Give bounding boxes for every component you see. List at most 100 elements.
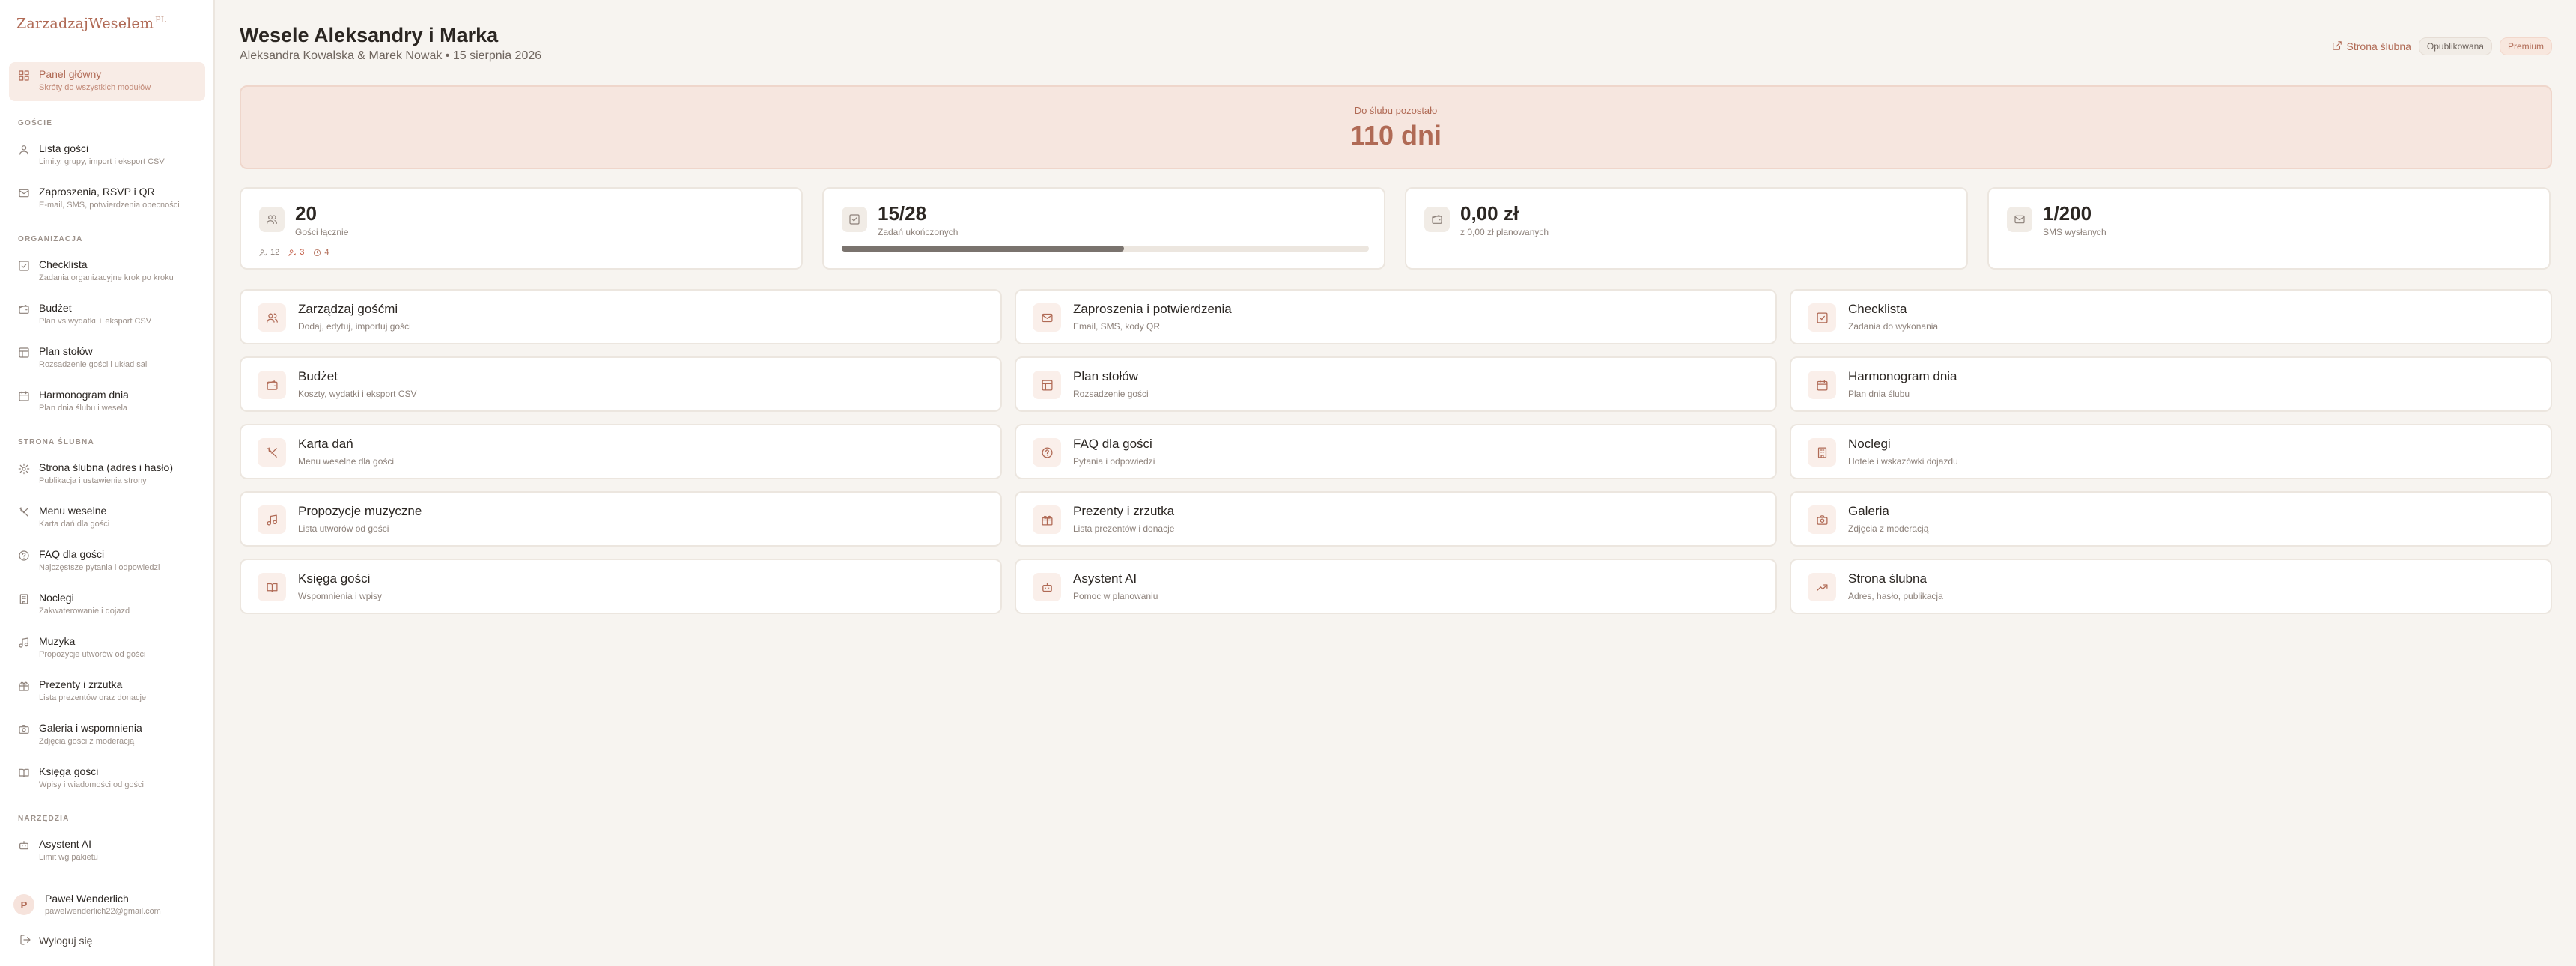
user-x-icon bbox=[288, 249, 297, 256]
nav-section-tools: Narzędzia bbox=[18, 815, 70, 823]
tile-subtitle: Rozsadzenie gości bbox=[1073, 389, 1149, 399]
sidebar-item-sub: Lista prezentów oraz donacje bbox=[39, 693, 147, 702]
tile-title: Zarządzaj gośćmi bbox=[298, 302, 398, 316]
gift-icon bbox=[18, 680, 30, 692]
tile-help-circle[interactable]: FAQ dla gości Pytania i odpowiedzi bbox=[1015, 424, 1777, 479]
sidebar-item-guest-list[interactable]: Lista gości Limity, grupy, import i eksp… bbox=[9, 136, 205, 175]
sidebar-item-sub: Zdjęcia gości z moderacją bbox=[39, 737, 135, 746]
sidebar-item-label: Muzyka bbox=[39, 635, 76, 647]
gear-icon bbox=[18, 463, 30, 475]
building-icon bbox=[18, 593, 30, 605]
camera-icon bbox=[18, 723, 30, 735]
wallet-icon bbox=[258, 371, 286, 399]
sidebar-item-label: Harmonogram dnia bbox=[39, 389, 129, 401]
tile-subtitle: Hotele i wskazówki dojazdu bbox=[1848, 456, 1958, 467]
utensils-icon bbox=[18, 506, 30, 518]
tile-calendar[interactable]: Harmonogram dnia Plan dnia ślubu bbox=[1790, 356, 2552, 412]
sidebar-item-menu[interactable]: Menu weselne Karta dań dla gości bbox=[9, 499, 205, 538]
sidebar-item-schedule[interactable]: Harmonogram dnia Plan dnia ślubu i wesel… bbox=[9, 383, 205, 422]
tile-subtitle: Lista prezentów i donacje bbox=[1073, 523, 1175, 534]
user-profile[interactable]: P Paweł Wenderlich pawelwenderlich22@gma… bbox=[10, 888, 205, 926]
sidebar-item-website[interactable]: Strona ślubna (adres i hasło) Publikacja… bbox=[9, 455, 205, 494]
tile-gift[interactable]: Prezenty i zrzutka Lista prezentów i dona… bbox=[1015, 491, 1777, 547]
sidebar-item-sub: Wpisy i wiadomości od gości bbox=[39, 780, 144, 789]
sidebar-item-music[interactable]: Muzyka Propozycje utworów od gości bbox=[9, 629, 205, 668]
countdown-value: 110 dni bbox=[1349, 120, 1442, 151]
tile-subtitle: Zadania do wykonania bbox=[1848, 321, 1939, 332]
tile-title: Checklista bbox=[1848, 302, 1907, 316]
sidebar-item-label: Księga gości bbox=[39, 765, 99, 777]
dashboard-icon bbox=[18, 70, 30, 82]
tile-subtitle: Menu weselne dla gości bbox=[298, 456, 395, 467]
tile-layout[interactable]: Plan stołów Rozsadzenie gości bbox=[1015, 356, 1777, 412]
stat-card-budget: 0,00 zł z 0,00 zł planowanych bbox=[1405, 187, 1968, 270]
sidebar-item-sub: Najczęstsze pytania i odpowiedzi bbox=[39, 563, 160, 572]
sidebar-item-gifts[interactable]: Prezenty i zrzutka Lista prezentów oraz … bbox=[9, 672, 205, 711]
tile-title: Strona ślubna bbox=[1848, 571, 1927, 586]
brand-logo[interactable]: ZarzadzajWeselem PL bbox=[16, 15, 166, 31]
sidebar-item-ai-assistant[interactable]: Asystent AI Limit wg pakietu bbox=[9, 832, 205, 871]
stat-card-tasks: 15/28 Zadań ukończonych bbox=[822, 187, 1385, 270]
layout-icon bbox=[1033, 371, 1061, 399]
stat-caption: Zadań ukończonych bbox=[878, 227, 959, 237]
sidebar-item-accommodation[interactable]: Noclegi Zakwaterowanie i dojazd bbox=[9, 586, 205, 625]
calendar-icon bbox=[18, 390, 30, 402]
sidebar-item-sub: Propozycje utworów od gości bbox=[39, 650, 146, 659]
sidebar-item-label: Zaproszenia, RSVP i QR bbox=[39, 186, 155, 198]
tile-mail[interactable]: Zaproszenia i potwierdzenia Email, SMS, k… bbox=[1015, 289, 1777, 344]
header-actions: Strona ślubna Opublikowana Premium bbox=[2332, 37, 2552, 55]
tile-subtitle: Pomoc w planowaniu bbox=[1073, 591, 1158, 601]
layout-icon bbox=[18, 347, 30, 359]
tile-subtitle: Email, SMS, kody QR bbox=[1073, 321, 1161, 332]
stat-value: 0,00 zł bbox=[1460, 202, 1519, 225]
tile-subtitle: Dodaj, edytuj, importuj gości bbox=[298, 321, 411, 332]
tile-trending-up[interactable]: Strona ślubna Adres, hasło, publikacja bbox=[1790, 559, 2552, 614]
sidebar-item-label: Budżet bbox=[39, 302, 72, 314]
trending-up-icon bbox=[1808, 573, 1836, 601]
utensils-icon bbox=[258, 438, 286, 467]
sidebar-item-label: Lista gości bbox=[39, 142, 89, 154]
nav-section-website: Strona ślubna bbox=[18, 438, 94, 446]
mail-icon bbox=[2007, 207, 2032, 232]
book-icon bbox=[258, 573, 286, 601]
sidebar: ZarzadzajWeselem PL Panel główny Skróty d… bbox=[0, 0, 215, 966]
tile-title: FAQ dla gości bbox=[1073, 437, 1152, 451]
tile-users[interactable]: Zarządzaj gośćmi Dodaj, edytuj, importuj … bbox=[240, 289, 1002, 344]
sidebar-item-gallery[interactable]: Galeria i wspomnienia Zdjęcia gości z mo… bbox=[9, 716, 205, 755]
sidebar-item-dashboard[interactable]: Panel główny Skróty do wszystkich modułó… bbox=[9, 62, 205, 101]
check-square-icon bbox=[1808, 303, 1836, 332]
declined-count: 3 bbox=[288, 248, 304, 257]
sidebar-item-seating[interactable]: Plan stołów Rozsadzenie gości i układ sa… bbox=[9, 339, 205, 378]
music-icon bbox=[18, 637, 30, 648]
tile-building[interactable]: Noclegi Hotele i wskazówki dojazdu bbox=[1790, 424, 2552, 479]
sidebar-item-faq[interactable]: FAQ dla gości Najczęstsze pytania i odpo… bbox=[9, 542, 205, 581]
gift-icon bbox=[1033, 505, 1061, 534]
tile-bot[interactable]: Asystent AI Pomoc w planowaniu bbox=[1015, 559, 1777, 614]
tile-title: Harmonogram dnia bbox=[1848, 369, 1957, 383]
stat-value: 15/28 bbox=[878, 202, 927, 225]
sidebar-item-label: Menu weselne bbox=[39, 505, 107, 517]
tile-music[interactable]: Propozycje muzyczne Lista utworów od gośc… bbox=[240, 491, 1002, 547]
calendar-icon bbox=[1808, 371, 1836, 399]
logout-label: Wyloguj się bbox=[39, 935, 93, 947]
sidebar-item-invitations[interactable]: Zaproszenia, RSVP i QR E-mail, SMS, potw… bbox=[9, 180, 205, 219]
building-icon bbox=[1808, 438, 1836, 467]
user-email: pawelwenderlich22@gmail.com bbox=[45, 907, 161, 916]
tile-utensils[interactable]: Karta dań Menu weselne dla gości bbox=[240, 424, 1002, 479]
tile-book[interactable]: Księga gości Wspomnienia i wpisy bbox=[240, 559, 1002, 614]
countdown-banner: Do ślubu pozostało 110 dni bbox=[240, 85, 2552, 169]
guest-breakdown: 12 3 4 bbox=[259, 248, 329, 257]
tile-camera[interactable]: Galeria Zdjęcia z moderacją bbox=[1790, 491, 2552, 547]
user-check-icon bbox=[259, 249, 267, 256]
wedding-site-link[interactable]: Strona ślubna bbox=[2332, 40, 2411, 53]
tile-title: Zaproszenia i potwierdzenia bbox=[1073, 302, 1232, 316]
sidebar-item-guestbook[interactable]: Księga gości Wpisy i wiadomości od gości bbox=[9, 759, 205, 798]
wallet-icon bbox=[18, 303, 30, 315]
sidebar-item-sub: Plan dnia ślubu i wesela bbox=[39, 404, 128, 413]
tile-wallet[interactable]: Budżet Koszty, wydatki i eksport CSV bbox=[240, 356, 1002, 412]
tile-check-square[interactable]: Checklista Zadania do wykonania bbox=[1790, 289, 2552, 344]
sidebar-item-label: Asystent AI bbox=[39, 838, 92, 850]
sidebar-item-checklist[interactable]: Checklista Zadania organizacyjne krok po… bbox=[9, 252, 205, 291]
sidebar-item-budget[interactable]: Budżet Plan vs wydatki + eksport CSV bbox=[9, 296, 205, 335]
wallet-icon bbox=[1424, 207, 1450, 232]
